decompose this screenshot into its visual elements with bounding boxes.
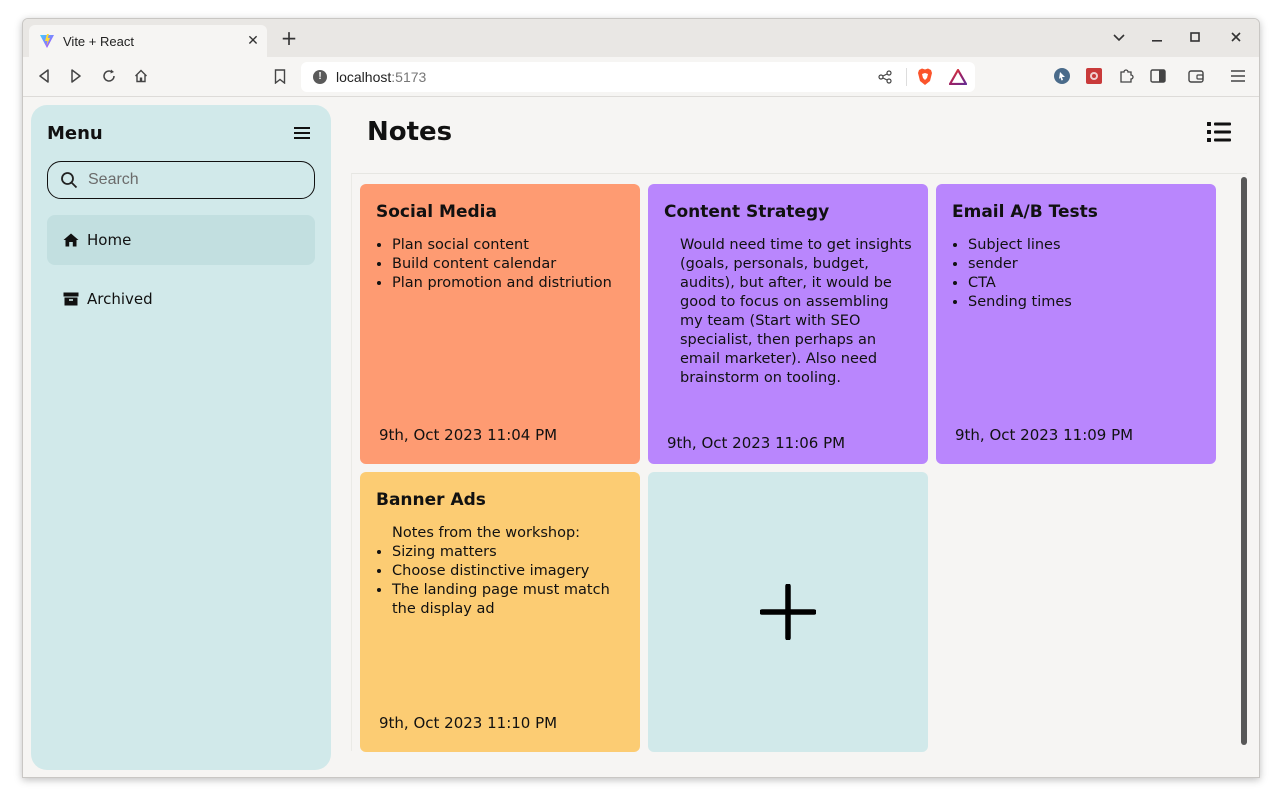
browser-toolbar: ! localhost:5173 <box>23 57 1259 97</box>
wallet-icon[interactable] <box>1185 65 1207 87</box>
brave-shields-icon[interactable] <box>917 68 933 86</box>
note-list-item: Plan social content <box>392 236 624 255</box>
note-title: Email A/B Tests <box>952 202 1098 222</box>
tab-bar: Vite + React ✕ + <box>23 19 1259 57</box>
archive-icon <box>63 292 79 306</box>
sidebar: Menu Home Archived <box>31 105 331 770</box>
url-host: localhost <box>336 69 392 85</box>
note-body: Plan social content Build content calend… <box>376 236 624 293</box>
note-body: Subject lines sender CTA Sending times <box>952 236 1200 312</box>
note-date: 9th, Oct 2023 11:06 PM <box>667 434 846 452</box>
profile-extension-icon[interactable] <box>1051 65 1073 87</box>
vite-logo-icon <box>40 34 54 48</box>
note-date: 9th, Oct 2023 11:09 PM <box>955 426 1134 444</box>
note-title: Banner Ads <box>376 490 486 510</box>
search-input[interactable] <box>88 171 288 189</box>
note-list-item: Subject lines <box>968 236 1200 255</box>
sidebar-toggle-icon[interactable] <box>1147 65 1169 87</box>
note-date: 9th, Oct 2023 11:10 PM <box>379 714 558 732</box>
scrollbar[interactable] <box>1241 177 1247 745</box>
address-bar[interactable]: ! localhost:5173 <box>301 62 975 92</box>
back-icon[interactable] <box>33 65 55 87</box>
site-info-icon[interactable]: ! <box>313 70 327 84</box>
sidebar-item-home[interactable]: Home <box>47 215 315 265</box>
browser-window: Vite + React ✕ + ! localhost:5173 Menu … <box>22 18 1260 778</box>
sidebar-item-label: Archived <box>87 290 153 308</box>
new-tab-button[interactable]: + <box>279 28 299 49</box>
note-text: Would need time to get insights (goals, … <box>680 237 912 386</box>
browser-menu-icon[interactable] <box>1227 65 1249 87</box>
note-list-item: sender <box>968 255 1200 274</box>
sidebar-item-archived[interactable]: Archived <box>47 274 315 324</box>
note-card-banner-ads[interactable]: Banner Ads Notes from the workshop: Sizi… <box>360 472 640 752</box>
plus-icon <box>760 584 816 640</box>
note-list-item: Sizing matters <box>392 543 624 562</box>
minimize-button[interactable] <box>1147 29 1167 49</box>
note-list-item: Sending times <box>968 293 1200 312</box>
note-date: 9th, Oct 2023 11:04 PM <box>379 426 558 444</box>
menu-title: Menu <box>47 123 103 144</box>
note-card-email-ab-tests[interactable]: Email A/B Tests Subject lines sender CTA… <box>936 184 1216 464</box>
bookmark-icon[interactable] <box>269 65 291 87</box>
search-icon <box>61 172 78 189</box>
close-window-button[interactable] <box>1226 29 1246 49</box>
note-intro: Notes from the workshop: <box>392 525 581 541</box>
browser-tab[interactable]: Vite + React ✕ <box>29 25 267 57</box>
note-card-social-media[interactable]: Social Media Plan social content Build c… <box>360 184 640 464</box>
note-list-item: Build content calendar <box>392 255 624 274</box>
note-list-item: Plan promotion and distriution <box>392 274 624 293</box>
forward-icon[interactable] <box>65 65 87 87</box>
tab-close-icon[interactable]: ✕ <box>243 33 263 49</box>
url-port: :5173 <box>391 69 427 85</box>
note-list-item: CTA <box>968 274 1200 293</box>
home-page-icon[interactable] <box>130 65 152 87</box>
note-title: Social Media <box>376 202 497 222</box>
note-list-item: Choose distinctive imagery <box>392 562 624 581</box>
sidebar-item-label: Home <box>87 231 132 249</box>
note-body: Would need time to get insights (goals, … <box>664 236 912 388</box>
tab-title: Vite + React <box>63 33 134 49</box>
note-title: Content Strategy <box>664 202 830 222</box>
brave-rewards-icon[interactable] <box>949 69 967 85</box>
home-icon <box>63 233 79 247</box>
share-icon[interactable] <box>878 70 892 84</box>
app-page: Menu Home Archived Notes Social Med <box>23 97 1259 777</box>
extensions-puzzle-icon[interactable] <box>1115 65 1137 87</box>
list-view-icon[interactable] <box>1207 121 1231 143</box>
add-note-button[interactable] <box>648 472 928 752</box>
maximize-button[interactable] <box>1185 29 1205 49</box>
search-field[interactable] <box>47 161 315 199</box>
reload-icon[interactable] <box>98 65 120 87</box>
extension-red-icon[interactable] <box>1083 65 1105 87</box>
hamburger-menu-icon[interactable] <box>293 125 311 141</box>
page-title: Notes <box>367 117 453 147</box>
note-body: Notes from the workshop: Sizing matters … <box>376 524 624 619</box>
tab-list-chevron-icon[interactable] <box>1109 29 1129 49</box>
note-card-content-strategy[interactable]: Content Strategy Would need time to get … <box>648 184 928 464</box>
note-list-item: The landing page must match the display … <box>392 581 624 619</box>
